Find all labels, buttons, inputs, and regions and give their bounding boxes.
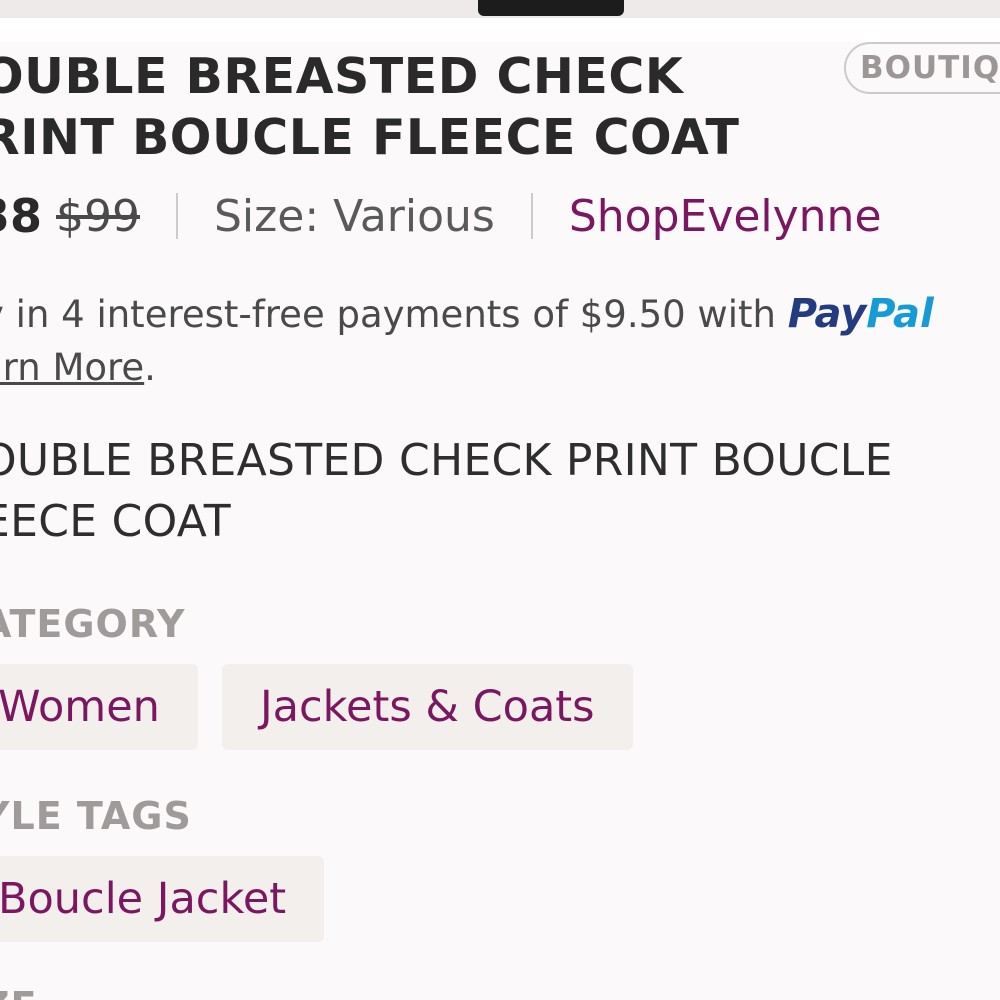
category-chip-jackets-coats[interactable]: Jackets & Coats [222,664,633,750]
learn-more-row: arn More. [0,342,156,394]
boutique-badge-label: BOUTIQUE [860,50,1000,86]
size-info: Size: Various [214,190,495,242]
product-title: OUBLE BREASTED CHECK RINT BOUCLE FLEECE … [0,46,802,168]
divider [176,193,178,239]
image-gap [0,18,1000,42]
product-description: OUBLE BREASTED CHECK PRINT BOUCLE EECE C… [0,430,992,552]
description-line: OUBLE BREASTED CHECK PRINT BOUCLE [0,435,893,486]
product-title-line: OUBLE BREASTED CHECK [0,48,684,105]
product-title-line: RINT BOUCLE FLEECE COAT [0,109,740,166]
paypal-text: y in 4 interest-free payments of $9.50 w… [0,293,788,336]
product-image-bottom [0,0,1000,18]
category-chip-women[interactable]: Women [0,664,198,750]
current-price: 38 [0,189,43,243]
seller-link[interactable]: ShopEvelynne [569,191,882,242]
category-heading: ATEGORY [0,602,186,646]
style-tag-chip-boucle-jacket[interactable]: Boucle Jacket [0,856,325,942]
learn-more-period: . [144,346,156,389]
product-photo-boots [478,0,624,16]
divider [530,193,533,239]
size-heading: ZE [0,984,38,1000]
description-line: EECE COAT [0,496,231,547]
boutique-badge[interactable]: BOUTIQUE [844,42,1000,94]
paypal-installments: y in 4 interest-free payments of $9.50 w… [0,288,1000,341]
style-tags-heading: YLE TAGS [0,794,192,838]
price-row: 38 $99 Size: Various ShopEvelynne [0,184,882,248]
original-price: $99 [56,190,140,242]
learn-more-link[interactable]: arn More [0,346,144,389]
paypal-logo-icon: PayPal [787,291,934,337]
